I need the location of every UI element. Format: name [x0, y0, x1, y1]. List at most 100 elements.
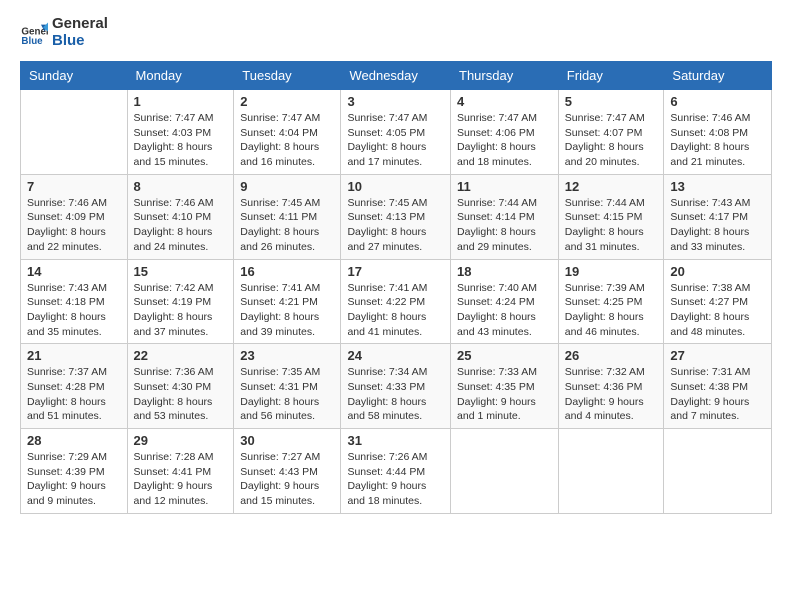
day-info: Sunrise: 7:41 AMSunset: 4:22 PMDaylight:…: [347, 281, 444, 340]
day-number: 9: [240, 179, 334, 194]
day-info: Sunrise: 7:38 AMSunset: 4:27 PMDaylight:…: [670, 281, 765, 340]
day-info: Sunrise: 7:31 AMSunset: 4:38 PMDaylight:…: [670, 365, 765, 424]
calendar-cell: 29Sunrise: 7:28 AMSunset: 4:41 PMDayligh…: [127, 429, 234, 514]
calendar-table: SundayMondayTuesdayWednesdayThursdayFrid…: [20, 61, 772, 514]
day-info: Sunrise: 7:46 AMSunset: 4:09 PMDaylight:…: [27, 196, 121, 255]
day-info: Sunrise: 7:40 AMSunset: 4:24 PMDaylight:…: [457, 281, 552, 340]
calendar-cell: 20 Sunrise: 7:38 AMSunset: 4:27 PMDayligh…: [664, 259, 772, 344]
calendar-cell: 8 Sunrise: 7:46 AMSunset: 4:10 PMDaylight…: [127, 174, 234, 259]
header-thursday: Thursday: [451, 62, 559, 90]
day-info: Sunrise: 7:26 AMSunset: 4:44 PMDaylight:…: [347, 450, 444, 509]
calendar-cell: 21 Sunrise: 7:37 AMSunset: 4:28 PMDayligh…: [21, 344, 128, 429]
week-row-3: 14 Sunrise: 7:43 AMSunset: 4:18 PMDayligh…: [21, 259, 772, 344]
day-number: 6: [670, 94, 765, 109]
calendar-cell: [21, 90, 128, 175]
day-number: 30: [240, 433, 334, 448]
calendar-cell: 6Sunrise: 7:46 AMSunset: 4:08 PMDaylight…: [664, 90, 772, 175]
day-info: Sunrise: 7:46 AMSunset: 4:10 PMDaylight:…: [134, 196, 228, 255]
day-info: Sunrise: 7:39 AMSunset: 4:25 PMDaylight:…: [565, 281, 658, 340]
day-number: 24: [347, 348, 444, 363]
day-info: Sunrise: 7:36 AMSunset: 4:30 PMDaylight:…: [134, 365, 228, 424]
calendar-cell: 30 Sunrise: 7:27 AMSunset: 4:43 PMDayligh…: [234, 429, 341, 514]
day-info: Sunrise: 7:47 AMSunset: 4:04 PMDaylight:…: [240, 111, 334, 170]
calendar-cell: 18 Sunrise: 7:40 AMSunset: 4:24 PMDayligh…: [451, 259, 559, 344]
day-info: Sunrise: 7:47 AMSunset: 4:07 PMDaylight:…: [565, 111, 658, 170]
header-sunday: Sunday: [21, 62, 128, 90]
logo-icon: General Blue: [20, 19, 48, 47]
week-row-1: 1 Sunrise: 7:47 AMSunset: 4:03 PMDaylight…: [21, 90, 772, 175]
day-number: 23: [240, 348, 334, 363]
day-info: Sunrise: 7:41 AMSunset: 4:21 PMDaylight:…: [240, 281, 334, 340]
calendar-cell: 27 Sunrise: 7:31 AMSunset: 4:38 PMDayligh…: [664, 344, 772, 429]
header-monday: Monday: [127, 62, 234, 90]
header-row: SundayMondayTuesdayWednesdayThursdayFrid…: [21, 62, 772, 90]
day-info: Sunrise: 7:47 AMSunset: 4:05 PMDaylight:…: [347, 111, 444, 170]
day-number: 19: [565, 264, 658, 279]
day-number: 4: [457, 94, 552, 109]
day-info: Sunrise: 7:32 AMSunset: 4:36 PMDaylight:…: [565, 365, 658, 424]
day-number: 17: [347, 264, 444, 279]
day-number: 20: [670, 264, 765, 279]
day-info: Sunrise: 7:47 AMSunset: 4:03 PMDaylight:…: [134, 111, 228, 170]
day-number: 22: [134, 348, 228, 363]
day-number: 18: [457, 264, 552, 279]
day-number: 2: [240, 94, 334, 109]
calendar-cell: 17 Sunrise: 7:41 AMSunset: 4:22 PMDayligh…: [341, 259, 451, 344]
day-number: 3: [347, 94, 444, 109]
calendar-cell: [664, 429, 772, 514]
day-number: 15: [134, 264, 228, 279]
calendar-cell: 24 Sunrise: 7:34 AMSunset: 4:33 PMDayligh…: [341, 344, 451, 429]
day-number: 7: [27, 179, 121, 194]
logo-blue: Blue: [52, 33, 108, 50]
day-number: 26: [565, 348, 658, 363]
day-info: Sunrise: 7:44 AMSunset: 4:15 PMDaylight:…: [565, 196, 658, 255]
day-info: Sunrise: 7:27 AMSunset: 4:43 PMDaylight:…: [240, 450, 334, 509]
day-number: 10: [347, 179, 444, 194]
page-header: General Blue General Blue: [20, 16, 772, 49]
day-info: Sunrise: 7:35 AMSunset: 4:31 PMDaylight:…: [240, 365, 334, 424]
week-row-5: 28Sunrise: 7:29 AMSunset: 4:39 PMDayligh…: [21, 429, 772, 514]
header-saturday: Saturday: [664, 62, 772, 90]
day-info: Sunrise: 7:42 AMSunset: 4:19 PMDaylight:…: [134, 281, 228, 340]
day-number: 14: [27, 264, 121, 279]
calendar-cell: 1 Sunrise: 7:47 AMSunset: 4:03 PMDaylight…: [127, 90, 234, 175]
day-info: Sunrise: 7:33 AMSunset: 4:35 PMDaylight:…: [457, 365, 552, 424]
calendar-cell: [451, 429, 559, 514]
day-number: 8: [134, 179, 228, 194]
calendar-cell: 13 Sunrise: 7:43 AMSunset: 4:17 PMDayligh…: [664, 174, 772, 259]
calendar-cell: 14 Sunrise: 7:43 AMSunset: 4:18 PMDayligh…: [21, 259, 128, 344]
day-info: Sunrise: 7:43 AMSunset: 4:18 PMDaylight:…: [27, 281, 121, 340]
calendar-cell: 26 Sunrise: 7:32 AMSunset: 4:36 PMDayligh…: [558, 344, 664, 429]
day-number: 16: [240, 264, 334, 279]
week-row-4: 21 Sunrise: 7:37 AMSunset: 4:28 PMDayligh…: [21, 344, 772, 429]
day-number: 11: [457, 179, 552, 194]
header-tuesday: Tuesday: [234, 62, 341, 90]
day-number: 5: [565, 94, 658, 109]
logo-general: General: [52, 16, 108, 33]
day-number: 27: [670, 348, 765, 363]
calendar-cell: 3 Sunrise: 7:47 AMSunset: 4:05 PMDaylight…: [341, 90, 451, 175]
day-info: Sunrise: 7:37 AMSunset: 4:28 PMDaylight:…: [27, 365, 121, 424]
calendar-cell: 15 Sunrise: 7:42 AMSunset: 4:19 PMDayligh…: [127, 259, 234, 344]
svg-text:Blue: Blue: [21, 36, 43, 47]
calendar-cell: 25Sunrise: 7:33 AMSunset: 4:35 PMDayligh…: [451, 344, 559, 429]
day-number: 31: [347, 433, 444, 448]
calendar-cell: 5 Sunrise: 7:47 AMSunset: 4:07 PMDaylight…: [558, 90, 664, 175]
day-info: Sunrise: 7:29 AMSunset: 4:39 PMDaylight:…: [27, 450, 121, 509]
calendar-cell: 9Sunrise: 7:45 AMSunset: 4:11 PMDaylight…: [234, 174, 341, 259]
week-row-2: 7 Sunrise: 7:46 AMSunset: 4:09 PMDaylight…: [21, 174, 772, 259]
day-number: 1: [134, 94, 228, 109]
day-info: Sunrise: 7:43 AMSunset: 4:17 PMDaylight:…: [670, 196, 765, 255]
day-number: 13: [670, 179, 765, 194]
calendar-cell: 12 Sunrise: 7:44 AMSunset: 4:15 PMDayligh…: [558, 174, 664, 259]
calendar-cell: 31 Sunrise: 7:26 AMSunset: 4:44 PMDayligh…: [341, 429, 451, 514]
calendar-cell: 7 Sunrise: 7:46 AMSunset: 4:09 PMDaylight…: [21, 174, 128, 259]
calendar-cell: 2 Sunrise: 7:47 AMSunset: 4:04 PMDaylight…: [234, 90, 341, 175]
day-info: Sunrise: 7:34 AMSunset: 4:33 PMDaylight:…: [347, 365, 444, 424]
calendar-cell: 23 Sunrise: 7:35 AMSunset: 4:31 PMDayligh…: [234, 344, 341, 429]
calendar-cell: 11 Sunrise: 7:44 AMSunset: 4:14 PMDayligh…: [451, 174, 559, 259]
day-number: 21: [27, 348, 121, 363]
day-info: Sunrise: 7:44 AMSunset: 4:14 PMDaylight:…: [457, 196, 552, 255]
calendar-cell: 4Sunrise: 7:47 AMSunset: 4:06 PMDaylight…: [451, 90, 559, 175]
day-number: 12: [565, 179, 658, 194]
